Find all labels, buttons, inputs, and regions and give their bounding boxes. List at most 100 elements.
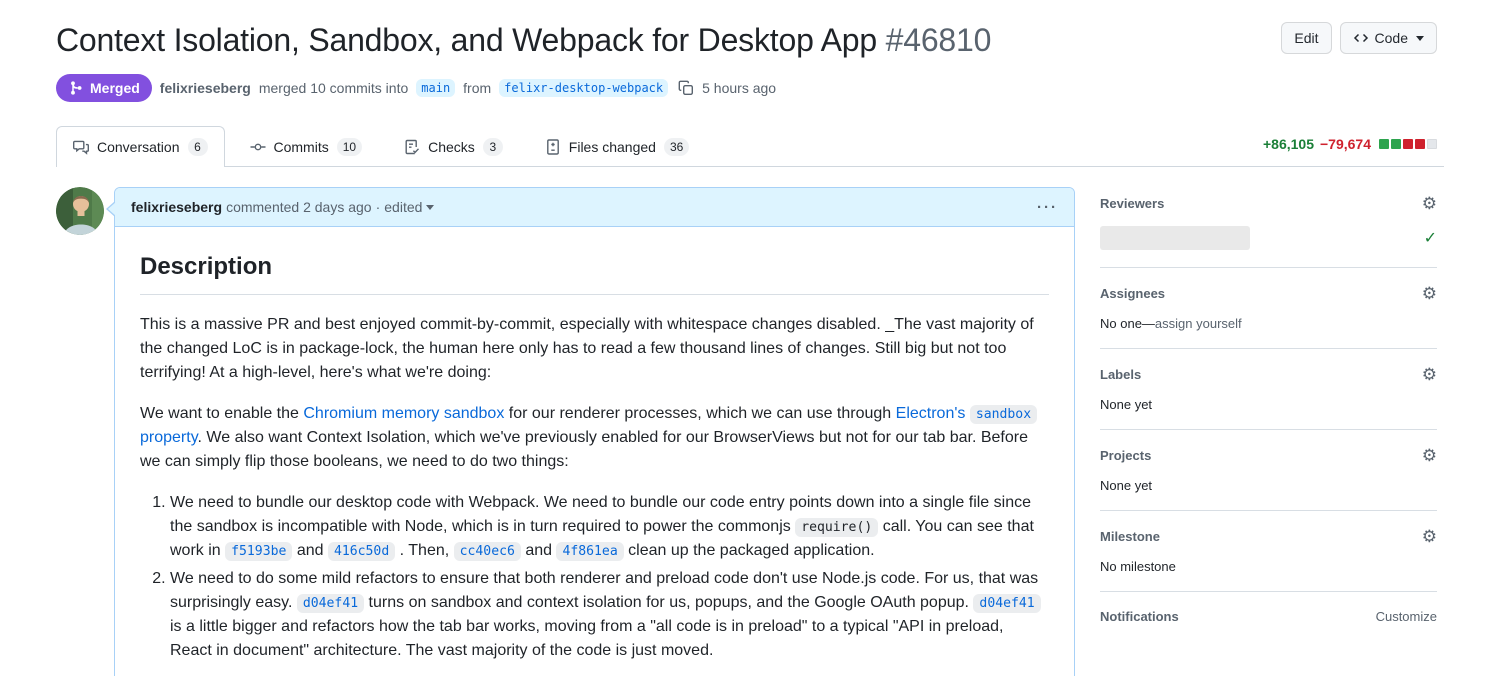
author-link[interactable]: felixrieseberg: [160, 80, 251, 96]
gear-icon[interactable]: ⚙: [1422, 447, 1437, 464]
list-item-2: We need to do some mild refactors to ens…: [170, 567, 1049, 663]
sidebar-section-labels: Labels ⚙ None yet: [1100, 366, 1437, 430]
tab-commits[interactable]: Commits 10: [233, 126, 380, 167]
conversation-timeline: felixrieseberg commented 2 days ago · ed…: [56, 187, 1075, 676]
tab-conversation-count: 6: [188, 138, 208, 156]
pr-sidebar: Reviewers ⚙ ✓ Assignees ⚙ No one—assign …: [1100, 187, 1437, 658]
avatar[interactable]: [56, 187, 104, 235]
edit-button-label: Edit: [1294, 30, 1318, 46]
comment-header: felixrieseberg commented 2 days ago · ed…: [115, 188, 1074, 227]
sidebar-section-assignees: Assignees ⚙ No one—assign yourself: [1100, 285, 1437, 349]
gear-icon[interactable]: ⚙: [1422, 528, 1437, 545]
inline-link[interactable]: property: [140, 429, 198, 446]
assignees-none-text: No one—: [1100, 316, 1155, 331]
sidebar-section-projects: Projects ⚙ None yet: [1100, 447, 1437, 511]
text-run: and: [292, 542, 328, 559]
projects-value: None yet: [1100, 478, 1437, 493]
content-row: felixrieseberg commented 2 days ago · ed…: [56, 187, 1444, 676]
tab-commits-count: 10: [337, 138, 362, 156]
assignees-heading: Assignees: [1100, 286, 1165, 301]
assignees-header: Assignees ⚙: [1100, 285, 1437, 302]
notifications-heading: Notifications: [1100, 609, 1179, 624]
diff-block-red: [1403, 139, 1413, 149]
sidebar-section-reviewers: Reviewers ⚙ ✓: [1100, 195, 1437, 268]
tab-commits-label: Commits: [274, 139, 329, 155]
code-button-label: Code: [1375, 30, 1408, 46]
customize-link[interactable]: Customize: [1376, 609, 1437, 624]
kebab-menu-icon[interactable]: ···: [1037, 200, 1058, 215]
code-icon: [1353, 30, 1369, 46]
pr-number: #46810: [886, 22, 992, 58]
comment-body: Description This is a massive PR and bes…: [115, 227, 1074, 676]
text-run: clean up the packaged application.: [624, 542, 875, 559]
commit-link[interactable]: d04ef41: [297, 594, 364, 613]
gear-icon[interactable]: ⚙: [1422, 366, 1437, 383]
checklist-icon: [404, 139, 420, 155]
comment-discussion-icon: [73, 139, 89, 155]
tab-checks-count: 3: [483, 138, 503, 156]
diffstat-additions: +86,105: [1263, 136, 1314, 152]
base-branch-label[interactable]: main: [416, 79, 455, 97]
header-actions: Edit Code: [1281, 22, 1437, 54]
pull-request-page: Edit Code Context Isolation, Sandbox, an…: [0, 0, 1500, 676]
assign-yourself-link[interactable]: assign yourself: [1155, 316, 1242, 331]
diff-block-green: [1379, 139, 1389, 149]
pr-tab-nav: Conversation 6 Commits 10 Checks 3 Files…: [56, 126, 1444, 167]
labels-value: None yet: [1100, 397, 1437, 412]
copy-branch-icon[interactable]: [678, 80, 694, 96]
diffstat-blocks: [1379, 139, 1437, 149]
from-text: from: [463, 80, 491, 96]
commit-link[interactable]: sandbox: [970, 405, 1037, 424]
head-branch-label[interactable]: felixr-desktop-webpack: [499, 79, 668, 97]
pr-title: Context Isolation, Sandbox, and Webpack …: [56, 20, 1444, 60]
tab-files-changed[interactable]: Files changed 36: [528, 126, 707, 167]
reviewer-name-redacted[interactable]: [1100, 226, 1250, 250]
sidebar-section-milestone: Milestone ⚙ No milestone: [1100, 528, 1437, 592]
text-run: We want to enable the: [140, 405, 303, 422]
tab-checks[interactable]: Checks 3: [387, 126, 520, 167]
separator-dot: ·: [376, 199, 381, 215]
inline-link[interactable]: Chromium memory sandbox: [303, 405, 504, 422]
code-dropdown-button[interactable]: Code: [1340, 22, 1437, 54]
chevron-down-icon: [426, 205, 434, 210]
commit-link[interactable]: f5193be: [225, 542, 292, 561]
edited-dropdown[interactable]: · edited: [376, 199, 435, 215]
commit-link[interactable]: 4f861ea: [556, 542, 623, 561]
diff-block-neutral: [1427, 139, 1437, 149]
milestone-heading: Milestone: [1100, 529, 1160, 544]
review-approved-check-icon: ✓: [1424, 228, 1437, 248]
commit-link[interactable]: d04ef41: [973, 594, 1040, 613]
comment-box: felixrieseberg commented 2 days ago · ed…: [114, 187, 1075, 676]
milestone-header: Milestone ⚙: [1100, 528, 1437, 545]
commit-link[interactable]: cc40ec6: [454, 542, 521, 561]
tab-conversation-label: Conversation: [97, 139, 180, 155]
reviewers-header: Reviewers ⚙: [1100, 195, 1437, 212]
commit-link[interactable]: 416c50d: [328, 542, 395, 561]
description-paragraph-2: We want to enable the Chromium memory sa…: [140, 402, 1049, 474]
comment-author-link[interactable]: felixrieseberg: [131, 199, 222, 215]
edit-button[interactable]: Edit: [1281, 22, 1331, 54]
gear-icon[interactable]: ⚙: [1422, 285, 1437, 302]
tab-files-changed-label: Files changed: [569, 139, 656, 155]
comment-timestamp[interactable]: commented 2 days ago: [226, 199, 372, 215]
reviewers-heading: Reviewers: [1100, 196, 1164, 211]
milestone-value: No milestone: [1100, 559, 1437, 574]
projects-heading: Projects: [1100, 448, 1151, 463]
diff-block-red: [1415, 139, 1425, 149]
text-run: . Then,: [395, 542, 453, 559]
inline-link[interactable]: Electron's: [896, 405, 970, 422]
description-list: We need to bundle our desktop code with …: [140, 491, 1049, 663]
git-merge-icon: [68, 80, 84, 96]
merged-badge-label: Merged: [90, 80, 140, 96]
sidebar-section-notifications: Notifications Customize: [1100, 609, 1437, 641]
reviewer-row: ✓: [1100, 226, 1437, 250]
text-run: and: [521, 542, 557, 559]
text-run: turns on sandbox and context isolation f…: [364, 594, 973, 611]
gear-icon[interactable]: ⚙: [1422, 195, 1437, 212]
pr-header: Edit Code Context Isolation, Sandbox, an…: [56, 20, 1444, 102]
merge-action-text: merged 10 commits into: [259, 80, 408, 96]
commit-icon: [250, 139, 266, 155]
tab-conversation[interactable]: Conversation 6: [56, 126, 225, 167]
diffstat: +86,105 −79,674: [1263, 136, 1437, 152]
pr-description-comment: felixrieseberg commented 2 days ago · ed…: [56, 187, 1075, 676]
